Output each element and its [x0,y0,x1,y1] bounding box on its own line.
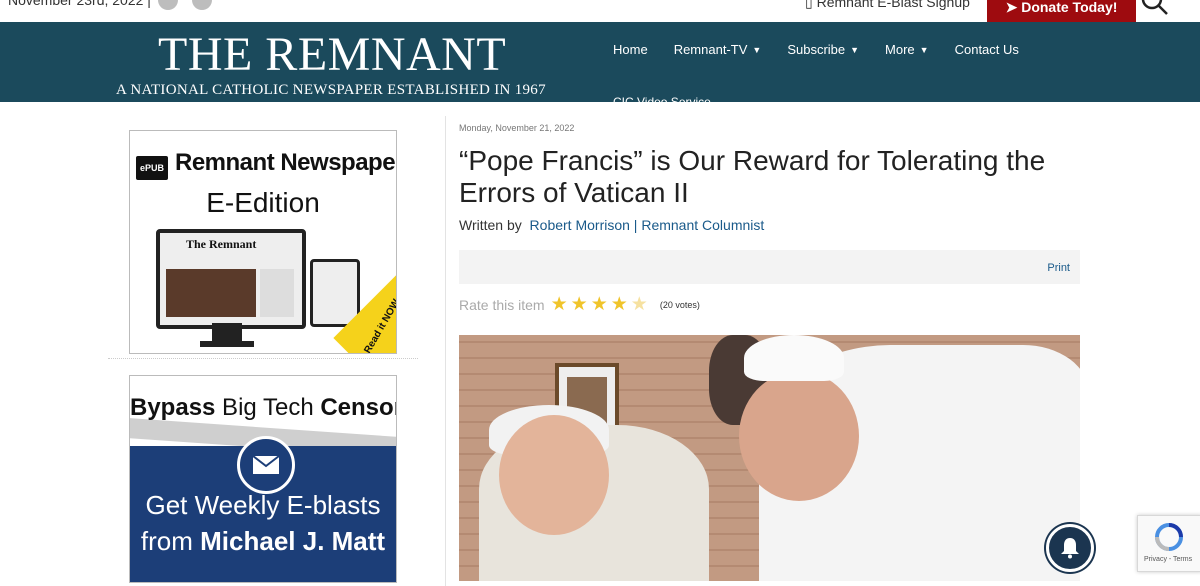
facebook-icon[interactable] [158,0,178,10]
star-icon[interactable]: ★ [571,295,588,314]
photo-seated-head [499,415,609,535]
ad-line2: Get Weekly E-blasts [145,490,381,520]
ad-title: Remnant Newspaper [175,149,397,176]
site-logo-subtitle: A NATIONAL CATHOLIC NEWSPAPER ESTABLISHE… [116,82,546,98]
article-date: Monday, November 21, 2022 [459,123,575,133]
recaptcha-icon [1155,523,1183,551]
eblast-signup-link[interactable]: ▯ Remnant E-Blast Signup [805,0,970,11]
nav-label: Contact Us [954,42,1019,57]
chevron-down-icon: ▼ [919,44,929,55]
nav-label: Remnant-TV [673,42,748,57]
half-star-icon[interactable]: ★ [631,295,648,314]
monitor-stand [212,323,242,343]
photo-zucchetto [744,335,844,381]
nav-item-contact-us[interactable]: Contact Us [955,42,1019,57]
monitor-photo [166,269,256,317]
bell-icon [1061,538,1079,559]
epub-badge: ePUB [136,156,168,180]
e-edition-ad-banner[interactable]: ePUB Remnant Newspaper E-Edition The Rem… [129,130,397,354]
monitor-base [200,341,254,347]
chevron-down-icon: ▼ [850,44,860,55]
monitor-column [260,269,294,317]
rating-widget: Rate this item ★ ★ ★ ★ ★ (20 votes) [459,295,700,314]
vote-count: (20 votes) [659,299,700,310]
list-icon: ▯ [805,0,817,10]
nav-item-more[interactable]: More ▼ [885,42,929,57]
star-icon[interactable]: ★ [551,295,568,314]
site-header: THE REMNANT A NATIONAL CATHOLIC NEWSPAPE… [0,22,1200,109]
rate-label: Rate this item [459,296,545,313]
ad-subtitle: E-Edition [206,187,320,218]
site-logo-title[interactable]: THE REMNANT [158,27,506,82]
headline-bold-b: Censors [320,394,396,421]
tablet-illustration [310,259,360,327]
current-date: November 23rd, 2022 | [8,0,151,8]
star-icon[interactable]: ★ [591,295,608,314]
donate-button[interactable]: ➤ Donate Today! [987,0,1136,22]
article-byline: Written by Robert Morrison | Remnant Col… [459,217,764,233]
nav-item-home[interactable]: Home [613,42,648,57]
headline-bold-a: Bypass [130,394,216,421]
sidebar-divider [108,358,418,359]
article-tools-bar: Print [459,250,1080,284]
nav-label: More [885,42,915,57]
monitor-title: The Remnant [186,237,257,251]
monitor-illustration: The Remnant [156,229,306,329]
print-link[interactable]: Print [1047,262,1070,274]
headline-middle: Big Tech [215,394,321,421]
nav-label: Home [613,42,648,57]
main-nav: Home Remnant-TV ▼ Subscribe ▼ More ▼ Contac… [613,42,1019,57]
nav-item-subscribe[interactable]: Subscribe ▼ [787,42,859,57]
envelope-icon [237,436,295,494]
eblast-signup-label: Remnant E-Blast Signup [816,0,970,10]
top-utility-bar: November 23rd, 2022 | ▯ Remnant E-Blast … [0,0,1200,22]
recaptcha-badge[interactable]: Privacy - Terms [1137,515,1200,572]
nav-item-remnant-tv[interactable]: Remnant-TV ▼ [674,42,762,57]
written-by-label: Written by [459,217,522,233]
rating-stars: ★ ★ ★ ★ ★ [551,295,648,314]
ad-headline: Bypass Big Tech Censors [130,394,396,422]
article-title: “Pope Francis” is Our Reward for Tolerat… [459,145,1046,208]
chevron-down-icon: ▼ [752,44,762,55]
photo-bowing-head [739,371,859,501]
ad-line3: from Michael J. Matt [130,526,396,557]
eblast-ad-banner[interactable]: Bypass Big Tech Censors Get Weekly E-bla… [129,375,397,583]
social-links [158,0,212,10]
nav-label: Subscribe [787,42,846,57]
star-icon[interactable]: ★ [611,295,628,314]
twitter-icon[interactable] [192,0,212,10]
article-photo [459,335,1080,581]
author-link[interactable]: Robert Morrison | Remnant Columnist [530,217,765,233]
ad-line3-name: Michael J. Matt [200,526,386,556]
nav-item-cic-video-service[interactable]: CIC Video Service [613,95,711,109]
notification-bell-button[interactable] [1046,524,1094,572]
column-divider [445,116,446,586]
ad-line3-prefix: from [140,526,201,556]
search-icon[interactable] [1141,0,1169,16]
recaptcha-links[interactable]: Privacy - Terms [1144,556,1192,563]
